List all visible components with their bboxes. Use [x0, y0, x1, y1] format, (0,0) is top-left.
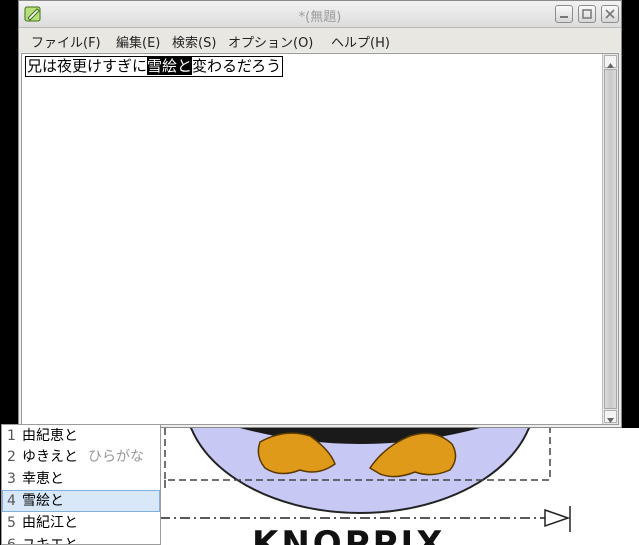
maximize-button[interactable]	[578, 5, 596, 23]
candidate-text: 幸恵と	[22, 471, 64, 487]
text-before: 兄は夜更けすぎに	[27, 57, 148, 75]
text-after: 変わるだろう	[192, 57, 282, 75]
scroll-thumb[interactable]	[604, 69, 617, 409]
ime-candidate-list: 1 由紀恵と 2 ゆきえと ひらがな 3 幸恵と 4 雪絵と 5 由紀江と 6 ユキエと	[1, 424, 161, 545]
candidate-text: ユキエと	[22, 537, 78, 545]
preedit-line: 兄は夜更けすぎに雪絵と変わるだろう	[25, 56, 284, 77]
candidate-text: 雪絵と	[22, 493, 64, 509]
text-area[interactable]: 兄は夜更けすぎに雪絵と変わるだろう	[21, 53, 619, 425]
menu-bar: ファイル(F) 編集(E) 検索(S) オプション(O) ヘルプ(H)	[19, 28, 621, 52]
minimize-icon	[560, 16, 568, 18]
candidate-number: 2	[7, 449, 16, 465]
candidate-text: 由紀江と	[22, 515, 78, 531]
menu-options[interactable]: オプション(O)	[228, 32, 313, 51]
close-button[interactable]	[601, 5, 619, 23]
knoppix-wallpaper: KNOPPIX	[160, 428, 639, 545]
close-icon	[605, 9, 615, 19]
candidate-number: 6	[7, 537, 16, 545]
menu-file[interactable]: ファイル(F)	[31, 32, 101, 51]
text-conversion-segment: 雪絵と	[147, 57, 193, 75]
candidate-item[interactable]: 2 ゆきえと ひらがな	[2, 446, 160, 468]
minimize-button[interactable]	[555, 5, 573, 23]
menu-edit[interactable]: 編集(E)	[116, 32, 160, 51]
maximize-icon	[582, 9, 592, 19]
vertical-scrollbar[interactable]	[602, 54, 618, 424]
candidate-item[interactable]: 6 ユキエと	[2, 534, 160, 545]
menu-search[interactable]: 検索(S)	[172, 32, 216, 51]
candidate-item-selected[interactable]: 4 雪絵と	[2, 490, 160, 512]
candidate-annotation: ひらがな	[88, 449, 144, 465]
title-bar[interactable]: *(無題)	[19, 1, 621, 28]
candidate-number: 5	[7, 515, 16, 531]
scroll-down-button[interactable]	[604, 410, 617, 423]
candidate-text: 由紀恵と	[22, 428, 78, 444]
window-title: *(無題)	[298, 10, 342, 25]
menu-help[interactable]: ヘルプ(H)	[331, 32, 390, 51]
candidate-text: ゆきえと	[22, 449, 78, 465]
candidate-number: 1	[7, 428, 16, 444]
candidate-item[interactable]: 3 幸恵と	[2, 468, 160, 490]
candidate-number: 4	[7, 493, 16, 509]
knoppix-logo-text: KNOPPIX	[252, 524, 446, 545]
scroll-up-button[interactable]	[604, 55, 617, 68]
candidate-item[interactable]: 1 由紀恵と	[2, 425, 160, 447]
candidate-number: 3	[7, 471, 16, 487]
arrow-down-icon	[607, 418, 614, 423]
text-editor-window: *(無題) ファイル(F) 編集(E) 検索(S) オプション(O) ヘルプ(H…	[18, 0, 622, 428]
candidate-item[interactable]: 5 由紀江と	[2, 512, 160, 534]
